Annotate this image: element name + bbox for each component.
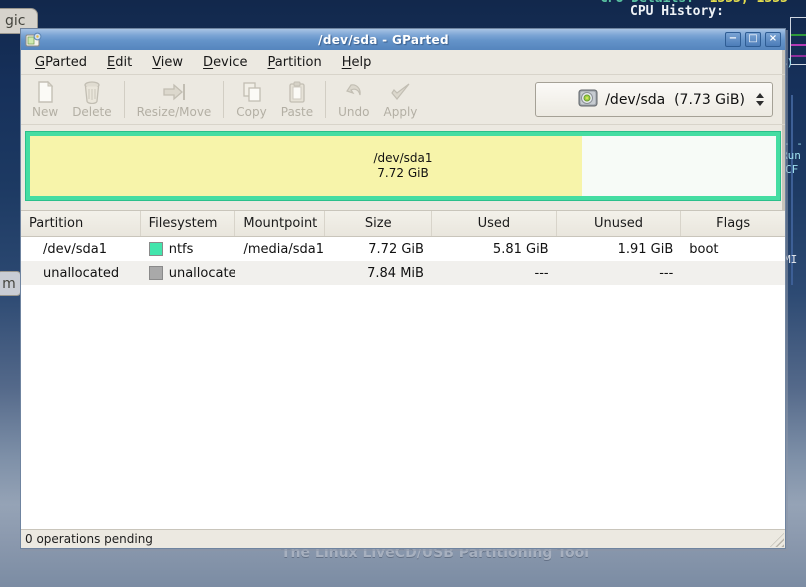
hard-drive-icon [543, 72, 599, 128]
toolbar-separator [124, 81, 125, 118]
toolbar-label: Copy [236, 105, 266, 119]
device-selector[interactable]: /dev/sda (7.73 GiB) [535, 82, 773, 117]
cell-mountpoint: /media/sda1 [235, 237, 325, 261]
graph-line-green [791, 34, 806, 36]
filesystem-name: ntfs [169, 242, 194, 257]
partition-bar-sda1[interactable]: /dev/sda1 7.72 GiB [26, 132, 780, 200]
checkmark-icon [388, 80, 412, 104]
spinner-arrows-icon [756, 93, 764, 106]
column-header-flags[interactable]: Flags [681, 211, 785, 236]
cell-used: 5.81 GiB [432, 237, 557, 261]
menu-partition[interactable]: Partition [258, 52, 332, 73]
operations-pending-text: 0 operations pending [25, 532, 153, 546]
undo-arrow-icon [342, 80, 366, 104]
graph-line-magenta [791, 44, 806, 46]
toolbar-separator [325, 81, 326, 118]
resize-grip[interactable] [770, 533, 784, 547]
toolbar-separator [223, 81, 224, 118]
toolbar-label: Delete [72, 105, 111, 119]
window-title: /dev/sda - GParted [46, 33, 721, 47]
partition-name: /dev/sda1 [373, 151, 432, 166]
toolbar-label: Apply [384, 105, 418, 119]
table-header-row: Partition Filesystem Mountpoint Size Use… [21, 211, 785, 237]
graph-line-magenta-2 [791, 55, 806, 57]
maximize-button[interactable]: □ [745, 32, 761, 47]
trash-icon [80, 80, 104, 104]
toolbar-label: Paste [281, 105, 313, 119]
cell-flags [681, 261, 785, 285]
column-header-partition[interactable]: Partition [21, 211, 141, 236]
toolbar-label: New [32, 105, 58, 119]
cell-unused: 1.91 GiB [557, 237, 682, 261]
menu-device[interactable]: Device [193, 52, 257, 73]
statusbar: 0 operations pending [21, 529, 785, 548]
cpu-history-label: CPU History: [630, 4, 724, 19]
clipboard-icon [285, 80, 309, 104]
close-button[interactable]: × [765, 32, 781, 47]
toolbar-label: Resize/Move [137, 105, 212, 119]
column-header-size[interactable]: Size [325, 211, 432, 236]
partition-table: Partition Filesystem Mountpoint Size Use… [21, 210, 785, 529]
cell-mountpoint [235, 261, 325, 285]
minimize-button[interactable]: − [725, 32, 741, 47]
cell-filesystem: ntfs [141, 237, 236, 261]
partition-bar-label: /dev/sda1 7.72 GiB [30, 136, 776, 196]
partition-size: 7.72 GiB [377, 166, 428, 181]
column-header-mountpoint[interactable]: Mountpoint [235, 211, 325, 236]
new-partition-button[interactable]: New [25, 77, 65, 122]
cell-size: 7.84 MiB [325, 261, 432, 285]
toolbar-spacer [424, 77, 534, 122]
partition-visual-panel: /dev/sda1 7.72 GiB [21, 125, 785, 210]
resize-arrow-icon [160, 80, 188, 104]
cell-flags: boot [681, 237, 785, 261]
menu-edit[interactable]: Edit [97, 52, 142, 73]
titlebar[interactable]: /dev/sda - GParted − □ × [21, 29, 785, 50]
device-selector-value: /dev/sda (7.73 GiB) [605, 92, 745, 108]
menu-help[interactable]: Help [332, 52, 382, 73]
cell-filesystem: unallocated [141, 261, 236, 285]
column-header-unused[interactable]: Unused [557, 211, 682, 236]
monitor-fragment: CF [785, 163, 798, 176]
cell-unused: --- [557, 261, 682, 285]
delete-partition-button[interactable]: Delete [65, 77, 118, 122]
menubar: GParted Edit View Device Partition Help [21, 50, 785, 75]
cell-partition: unallocated [21, 261, 141, 285]
new-document-icon [33, 80, 57, 104]
menu-gparted[interactable]: GParted [25, 52, 97, 73]
table-row-unallocated[interactable]: unallocated unallocated 7.84 MiB --- --- [21, 261, 785, 285]
cell-partition: /dev/sda1 [21, 237, 141, 261]
column-header-filesystem[interactable]: Filesystem [141, 211, 236, 236]
filesystem-color-swatch [149, 242, 163, 256]
paste-button[interactable]: Paste [274, 77, 320, 122]
toolbar: New Delete Resize/Move Copy Paste [21, 75, 785, 125]
background-window-tab-m[interactable]: m [0, 271, 21, 296]
filesystem-name: unallocated [169, 266, 236, 281]
cell-used: --- [432, 261, 557, 285]
copy-icon [240, 80, 264, 104]
toolbar-label: Undo [338, 105, 369, 119]
filesystem-color-swatch [149, 266, 163, 280]
column-header-used[interactable]: Used [432, 211, 557, 236]
menu-view[interactable]: View [142, 52, 193, 73]
copy-button[interactable]: Copy [229, 77, 273, 122]
table-row-sda1[interactable]: /dev/sda1 ntfs /media/sda1 7.72 GiB 5.81… [21, 237, 785, 261]
gparted-window: /dev/sda - GParted − □ × GParted Edit Vi… [20, 28, 786, 549]
cell-size: 7.72 GiB [325, 237, 432, 261]
resize-move-button[interactable]: Resize/Move [130, 77, 219, 122]
apply-button[interactable]: Apply [377, 77, 425, 122]
gparted-app-icon [25, 32, 42, 47]
undo-button[interactable]: Undo [331, 77, 376, 122]
